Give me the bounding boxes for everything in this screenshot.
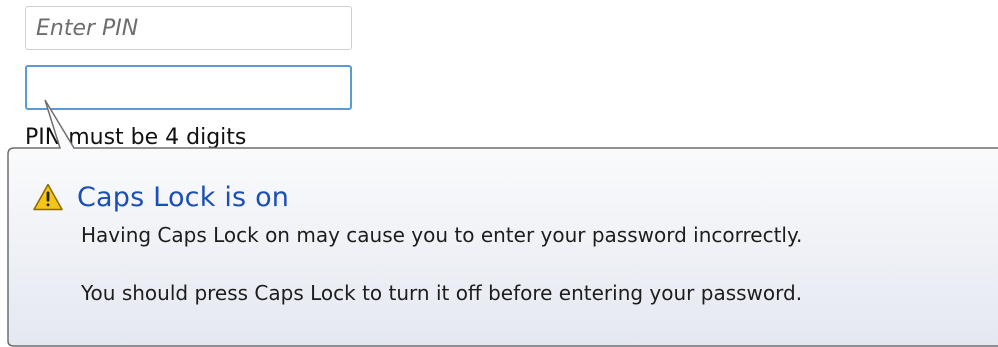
confirm-pin-input[interactable] xyxy=(25,65,352,110)
warning-icon xyxy=(33,183,63,211)
tooltip-title: Caps Lock is on xyxy=(77,181,290,213)
tooltip-message-line-2: You should press Caps Lock to turn it of… xyxy=(81,281,803,305)
canvas: PIN must be 4 digits Caps Lock is on Hav… xyxy=(0,0,998,347)
tooltip-message-line-1: Having Caps Lock on may cause you to ent… xyxy=(81,223,803,247)
tooltip-header: Caps Lock is on xyxy=(33,175,993,219)
pin-input[interactable] xyxy=(25,6,352,50)
pin-helper-text: PIN must be 4 digits xyxy=(25,125,247,150)
tooltip-content: Caps Lock is on Having Caps Lock on may … xyxy=(33,175,993,307)
